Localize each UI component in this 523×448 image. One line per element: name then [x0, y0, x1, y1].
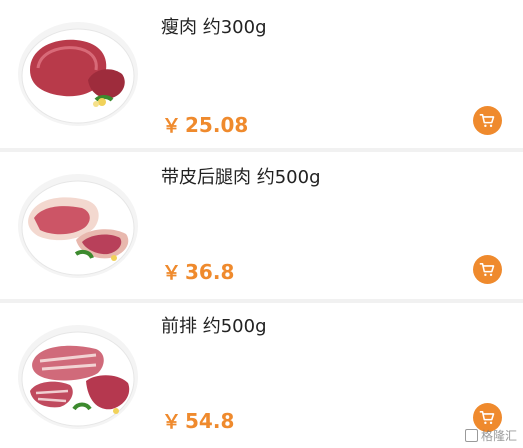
- pork-hind-leg-image: [16, 170, 140, 280]
- product-card[interactable]: 前排 约500g ￥ 54.8: [0, 303, 523, 448]
- currency-symbol: ￥: [162, 262, 182, 284]
- product-card[interactable]: 瘦肉 约300g ￥ 25.08: [0, 0, 523, 148]
- product-card[interactable]: 带皮后腿肉 约500g ￥ 36.8: [0, 152, 523, 299]
- currency-symbol: ￥: [162, 411, 182, 433]
- product-list: 瘦肉 约300g ￥ 25.08 带皮后腿肉 约500g ￥ 36.8 前排 约…: [0, 0, 523, 448]
- pork-ribs-image: [16, 321, 140, 431]
- product-price: ￥ 25.08: [162, 112, 248, 139]
- product-name[interactable]: 带皮后腿肉 约500g: [161, 166, 321, 190]
- cart-icon: [479, 411, 495, 425]
- price-value: 25.08: [185, 113, 249, 137]
- price-value: 54.8: [185, 409, 235, 433]
- currency-symbol: ￥: [162, 115, 182, 137]
- price-value: 36.8: [185, 260, 235, 284]
- watermark: 格隆汇: [464, 427, 517, 444]
- watermark-logo-icon: [464, 429, 478, 442]
- cart-icon: [479, 263, 495, 277]
- product-name[interactable]: 前排 约500g: [161, 315, 267, 339]
- add-to-cart-button[interactable]: [473, 255, 502, 284]
- add-to-cart-button[interactable]: [473, 106, 502, 135]
- watermark-text: 格隆汇: [480, 429, 517, 443]
- lean-pork-image: [16, 18, 140, 128]
- product-price: ￥ 36.8: [162, 259, 234, 286]
- product-name[interactable]: 瘦肉 约300g: [161, 16, 267, 40]
- product-price: ￥ 54.8: [162, 408, 234, 435]
- cart-icon: [479, 114, 495, 128]
